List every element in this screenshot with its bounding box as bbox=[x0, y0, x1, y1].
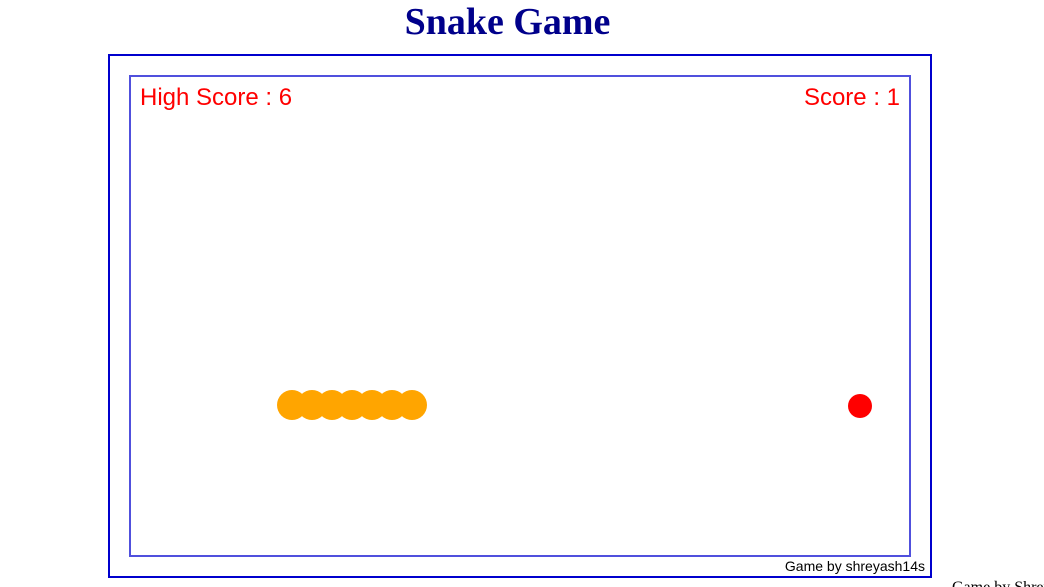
high-score-label: High Score : 6 bbox=[140, 84, 293, 111]
footer-credit: Game by Shreyash14s bbox=[952, 579, 1044, 587]
page-title: Snake Game bbox=[404, 1, 611, 43]
score-label: Score : 1 bbox=[803, 84, 900, 111]
credit-text: Game by shreyash14s bbox=[784, 558, 925, 574]
food-pellet bbox=[848, 394, 872, 418]
snake-segment bbox=[397, 390, 427, 420]
game-board[interactable] bbox=[129, 75, 911, 557]
